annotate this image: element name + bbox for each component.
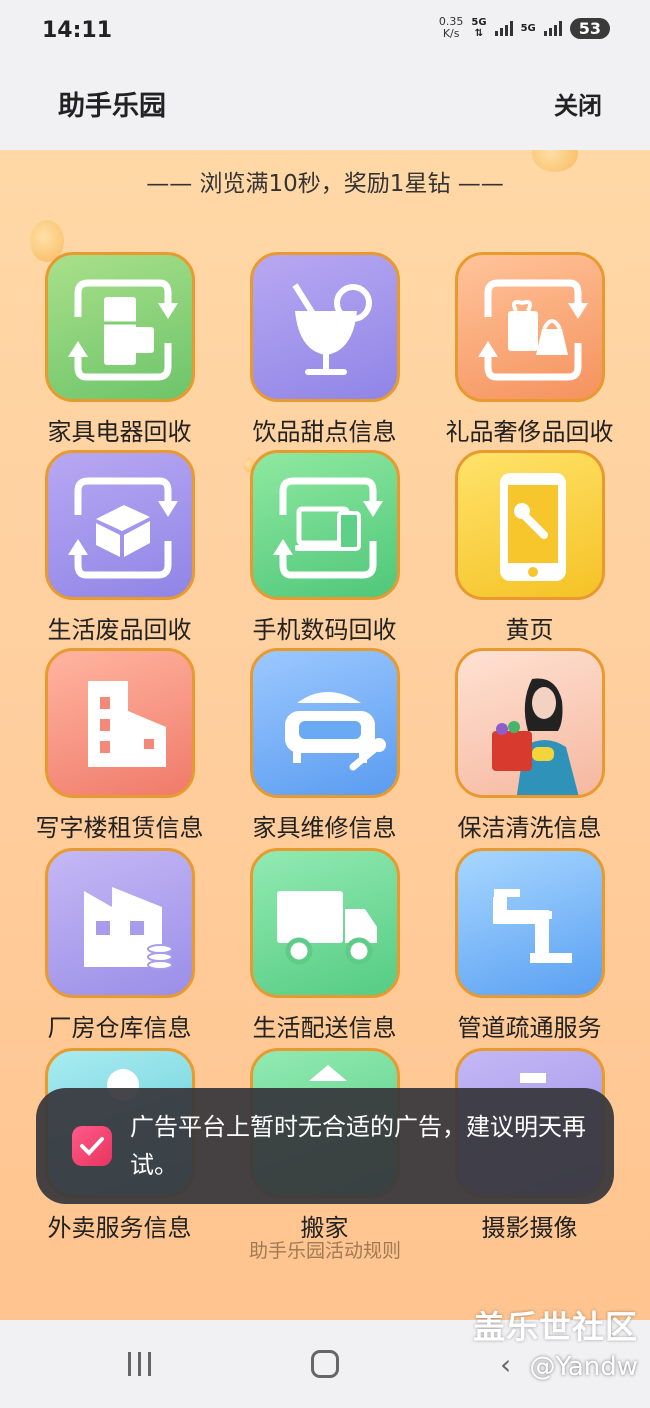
recent-apps-button[interactable] bbox=[128, 1352, 151, 1376]
pipe-icon bbox=[492, 889, 572, 963]
service-tile[interactable] bbox=[44, 648, 195, 798]
devices-recycle-icon bbox=[272, 477, 383, 579]
service-label: 家具维修信息 bbox=[252, 814, 397, 842]
service-tile[interactable] bbox=[454, 848, 605, 998]
network-type-1: 5G ⇅ bbox=[471, 17, 487, 39]
toast-message: 广告平台上暂时无合适的广告，建议明天再试。 bbox=[130, 1113, 586, 1179]
service-digital-recycle[interactable]: 手机数码回收 bbox=[222, 450, 427, 645]
service-yellow-pages[interactable]: 黄页 bbox=[427, 450, 632, 645]
service-tile[interactable] bbox=[249, 252, 400, 402]
service-tile[interactable] bbox=[249, 848, 400, 998]
service-label: 管道疏通服务 bbox=[457, 1014, 602, 1042]
close-button[interactable]: 关闭 bbox=[554, 86, 602, 121]
app-badge-icon bbox=[72, 1126, 112, 1166]
reward-banner: —— 浏览满10秒，奖励1星钻 —— bbox=[146, 171, 504, 197]
watermark-community: 盖乐世社区 bbox=[472, 1308, 638, 1346]
service-label: 写字楼租赁信息 bbox=[35, 814, 204, 842]
building-icon bbox=[87, 681, 166, 767]
home-button[interactable] bbox=[311, 1350, 339, 1378]
status-time: 14:11 bbox=[42, 18, 113, 43]
back-button[interactable]: ‹ bbox=[500, 1348, 511, 1381]
service-office-rental[interactable]: 写字楼租赁信息 bbox=[17, 648, 222, 843]
truck-icon bbox=[276, 891, 377, 965]
service-tile[interactable] bbox=[454, 648, 605, 798]
service-tile[interactable] bbox=[44, 848, 195, 998]
service-factory-warehouse[interactable]: 厂房仓库信息 bbox=[17, 848, 222, 1043]
service-appliance-recycle[interactable]: 家具电器回收 bbox=[17, 252, 222, 447]
toast-notification: 广告平台上暂时无合适的广告，建议明天再试。 bbox=[36, 1088, 614, 1204]
service-tile[interactable] bbox=[249, 450, 400, 600]
cocktail-icon bbox=[291, 283, 372, 375]
service-furniture-repair[interactable]: 家具维修信息 bbox=[222, 648, 427, 843]
service-label: 礼品奢侈品回收 bbox=[445, 418, 614, 446]
service-tile[interactable] bbox=[44, 450, 195, 600]
status-bar: 14:11 0.35 K/s 5G ⇅ 5G 53 bbox=[0, 0, 650, 60]
service-label: 黄页 bbox=[505, 616, 554, 644]
gift-recycle-icon bbox=[477, 279, 588, 381]
activity-rules-link[interactable]: 助手乐园活动规则 bbox=[0, 1236, 650, 1263]
phone-wrench-icon bbox=[499, 473, 566, 581]
factory-icon bbox=[83, 887, 173, 970]
network-type-2: 5G bbox=[520, 22, 536, 34]
cleaner-icon bbox=[491, 678, 578, 795]
service-label: 保洁清洗信息 bbox=[457, 814, 602, 842]
app-header: 助手乐园 关闭 bbox=[0, 60, 650, 150]
service-tile[interactable] bbox=[454, 450, 605, 600]
battery-indicator: 53 bbox=[569, 17, 610, 39]
watermark-user: @Yandw bbox=[529, 1352, 638, 1382]
service-gift-recycle[interactable]: 礼品奢侈品回收 bbox=[427, 252, 632, 447]
network-speed: 0.35 K/s bbox=[438, 15, 464, 40]
signal-icon-2 bbox=[543, 20, 562, 36]
appliance-recycle-icon bbox=[67, 279, 178, 381]
service-label: 手机数码回收 bbox=[252, 616, 397, 644]
waste-recycle-icon bbox=[67, 477, 178, 579]
service-cleaning[interactable]: 保洁清洗信息 bbox=[427, 648, 632, 843]
service-delivery[interactable]: 生活配送信息 bbox=[222, 848, 427, 1043]
service-drinks-desserts[interactable]: 饮品甜点信息 bbox=[222, 252, 427, 447]
service-label: 厂房仓库信息 bbox=[47, 1014, 192, 1042]
service-tile[interactable] bbox=[44, 252, 195, 402]
status-indicators: 0.35 K/s 5G ⇅ 5G 53 bbox=[439, 16, 610, 40]
service-label: 饮品甜点信息 bbox=[252, 418, 397, 446]
service-waste-recycle[interactable]: 生活废品回收 bbox=[17, 450, 222, 645]
page-title: 助手乐园 bbox=[58, 91, 166, 122]
service-label: 生活配送信息 bbox=[252, 1014, 397, 1042]
service-label: 生活废品回收 bbox=[47, 616, 192, 644]
service-label: 家具电器回收 bbox=[47, 418, 192, 446]
sofa-wrench-icon bbox=[284, 692, 386, 771]
signal-icon bbox=[494, 20, 513, 36]
service-pipe-dredging[interactable]: 管道疏通服务 bbox=[427, 848, 632, 1043]
service-tile[interactable] bbox=[454, 252, 605, 402]
service-tile[interactable] bbox=[249, 648, 400, 798]
